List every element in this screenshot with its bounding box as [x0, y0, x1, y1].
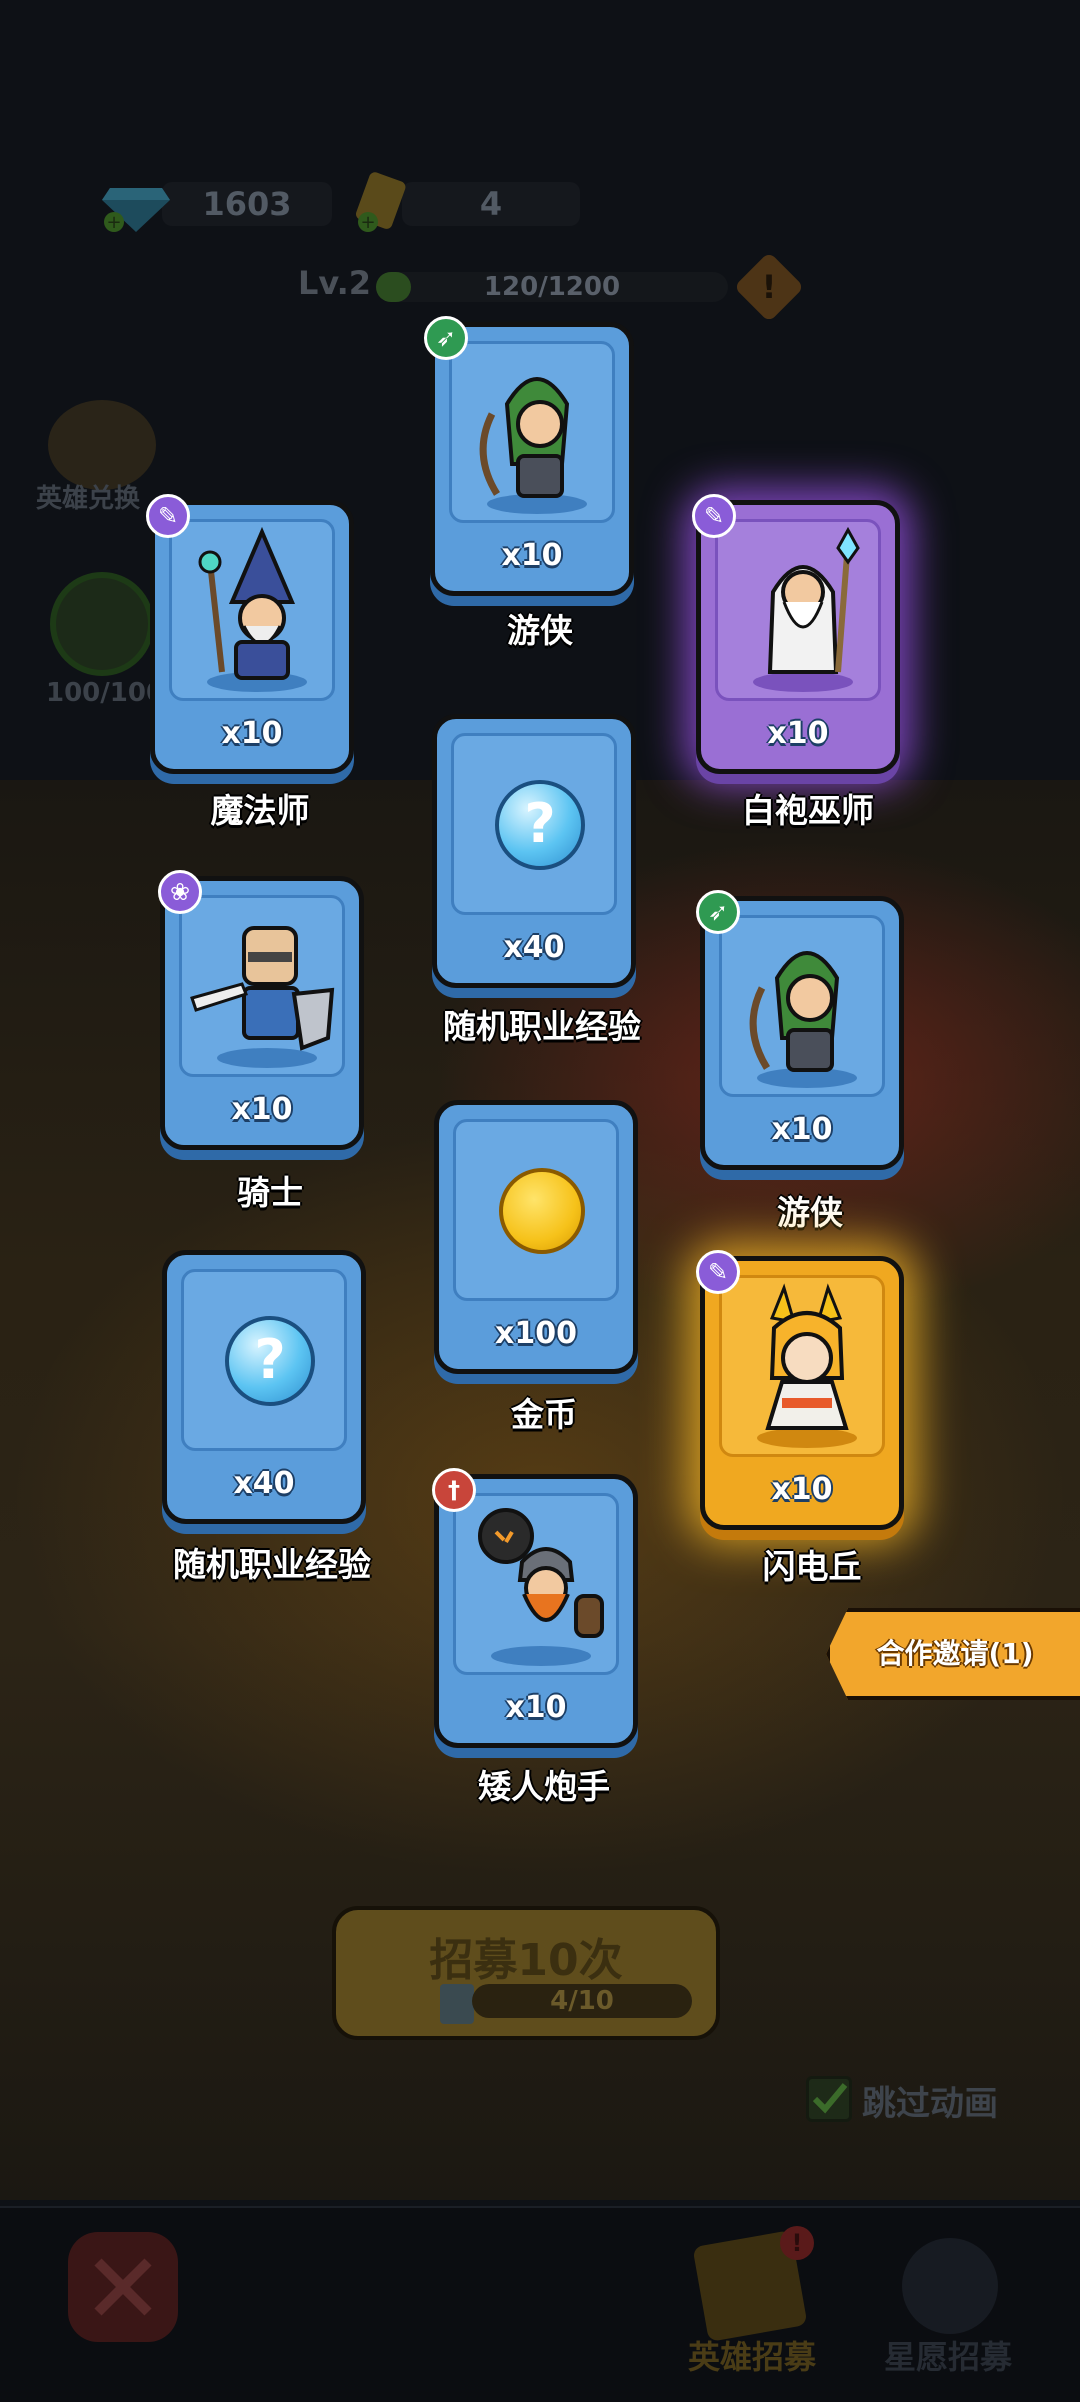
reward-card-lightning[interactable]: x10	[700, 1256, 904, 1530]
reward-card-white-wizard[interactable]: x10	[696, 500, 900, 774]
card-name: 随机职业经验	[443, 1007, 641, 1046]
reward-card-gold[interactable]: x100	[434, 1100, 638, 1374]
gem-count: 1603	[202, 185, 292, 223]
mage-portrait-icon	[198, 526, 307, 692]
card-portrait	[169, 519, 335, 701]
card-quantity: x10	[501, 538, 563, 573]
card-name: 骑士	[237, 1173, 303, 1212]
bottom-nav: ! 英雄招募 星愿招募	[0, 2206, 1080, 2402]
recruit-progress-bar: 4/10	[472, 1984, 692, 2018]
recruit-10-button[interactable]: 招募10次 4/10	[332, 1906, 720, 2040]
card-quantity: x10	[231, 1092, 293, 1127]
card-name: 白袍巫师	[742, 791, 874, 830]
card-quantity: x10	[771, 1112, 833, 1147]
ticket-counter: 4	[402, 182, 580, 226]
reward-card-mage[interactable]: x10	[150, 500, 354, 774]
card-name: 金币	[511, 1395, 577, 1434]
card-quantity: x10	[505, 1690, 567, 1725]
ticket-icon	[440, 1984, 474, 2024]
invite-button[interactable]: 合作邀请(1)	[826, 1608, 1080, 1700]
question-orb-icon: ?	[495, 780, 585, 870]
card-quantity: x10	[221, 716, 283, 751]
invite-label: 合作邀请(1)	[876, 1637, 1034, 1670]
coin-icon	[499, 1168, 585, 1254]
card-quantity: x10	[767, 716, 829, 751]
skip-animation-label: 跳过动画	[862, 2084, 998, 2124]
card-quantity: x10	[771, 1472, 833, 1507]
gem-icon: +	[102, 188, 170, 233]
nav-wish-recruit[interactable]: 星愿招募	[884, 2332, 1012, 2378]
wish-recruit-icon	[902, 2238, 998, 2334]
card-portrait	[453, 1493, 619, 1675]
card-portrait: ?	[181, 1269, 347, 1451]
card-name: 随机职业经验	[173, 1545, 371, 1584]
warning-icon[interactable]: !	[733, 251, 805, 323]
close-battle-icon[interactable]	[68, 2232, 178, 2342]
bow-icon: ➶	[424, 316, 468, 360]
skip-animation-checkbox[interactable]	[806, 2076, 852, 2122]
gem-counter: 1603	[162, 182, 332, 226]
reward-card-knight[interactable]: x10	[160, 876, 364, 1150]
ranger-portrait-icon	[749, 951, 857, 1088]
wand-icon: ✎	[146, 494, 190, 538]
question-orb-icon: ?	[225, 1316, 315, 1406]
nav-hero-recruit[interactable]: 英雄招募	[688, 2332, 816, 2378]
card-portrait: ?	[451, 733, 617, 915]
hero-exchange-icon[interactable]	[48, 400, 156, 490]
check-icon	[812, 2083, 848, 2114]
card-quantity: x40	[503, 930, 565, 965]
reward-card-dwarf-gunner[interactable]: x10	[434, 1474, 638, 1748]
paw-icon: ❀	[158, 870, 202, 914]
card-portrait	[719, 915, 885, 1097]
level-progress-bar: 120/1200	[376, 272, 728, 302]
svg-text:+: +	[360, 212, 375, 233]
card-portrait	[719, 1275, 885, 1457]
wand-icon: ✎	[696, 1250, 740, 1294]
lightning-hero-portrait-icon	[757, 1283, 857, 1448]
card-name: 魔法师	[210, 791, 310, 830]
reward-card-ranger[interactable]: x10	[430, 322, 634, 596]
reward-card-ranger[interactable]: x10	[700, 896, 904, 1170]
svg-text:+: +	[106, 212, 121, 233]
notification-badge: !	[780, 2226, 814, 2260]
ranger-portrait-icon	[479, 377, 587, 514]
white-wizard-portrait-icon	[753, 526, 860, 692]
recruit-label: 招募10次	[429, 1935, 623, 1986]
card-quantity: x40	[233, 1466, 295, 1501]
card-name: 闪电丘	[762, 1547, 862, 1586]
ticket-icon: +	[356, 172, 406, 233]
card-name: 游侠	[777, 1193, 843, 1232]
card-portrait	[453, 1119, 619, 1301]
level-progress-text: 120/1200	[483, 272, 621, 302]
sword-icon: †	[432, 1468, 476, 1512]
reward-card-random-exp[interactable]: ? x40	[432, 714, 636, 988]
card-name: 矮人炮手	[478, 1767, 610, 1806]
ring-icon[interactable]	[50, 572, 154, 676]
dwarf-gunner-portrait-icon	[478, 1508, 604, 1666]
bow-icon: ➶	[696, 890, 740, 934]
ticket-count: 4	[479, 185, 503, 223]
card-name: 游侠	[507, 611, 573, 650]
hero-exchange-label: 英雄兑换	[36, 484, 141, 514]
card-portrait	[715, 519, 881, 701]
knight-portrait-icon	[190, 926, 335, 1068]
recruit-progress-text: 4/10	[550, 1986, 614, 2016]
card-portrait	[179, 895, 345, 1077]
card-portrait	[449, 341, 615, 523]
level-label: Lv.2	[298, 264, 372, 302]
ring-count: 100/100	[46, 678, 165, 708]
crossed-swords-icon	[94, 2258, 152, 2316]
reward-card-random-exp[interactable]: ? x40	[162, 1250, 366, 1524]
wand-icon: ✎	[692, 494, 736, 538]
card-quantity: x100	[495, 1316, 577, 1351]
